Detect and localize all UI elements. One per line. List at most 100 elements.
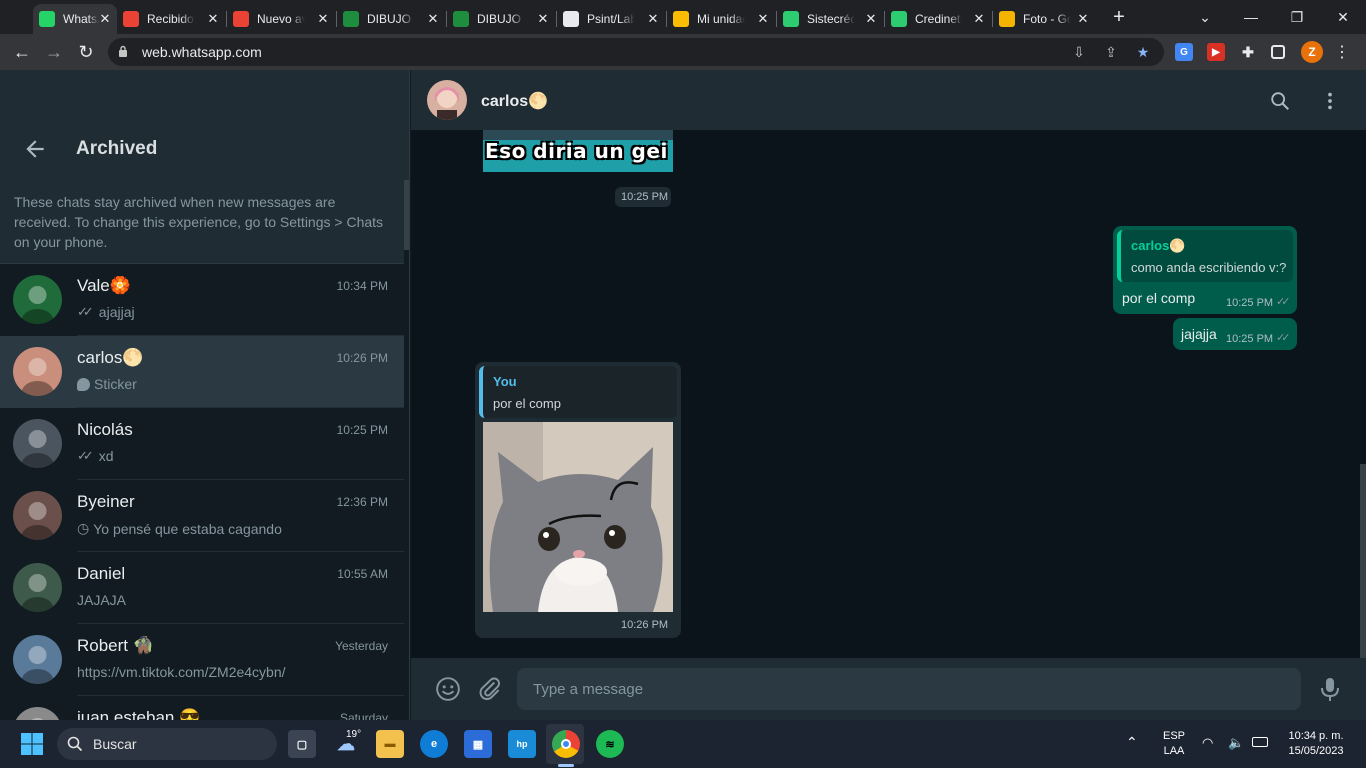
gmail-icon bbox=[123, 11, 139, 27]
chat-list-item[interactable]: Vale🏵️ 10:34 PM ✓✓ ajajjaj bbox=[0, 264, 404, 336]
restore-button[interactable]: ❐ bbox=[1274, 0, 1320, 34]
chat-list-item[interactable]: Robert 🧌 Yesterday https://vm.tiktok.com/Z… bbox=[0, 624, 404, 696]
tab-close-icon[interactable]: ✕ bbox=[645, 11, 661, 27]
tab-title: Foto - Google bbox=[1023, 12, 1071, 26]
bookmark-star-icon[interactable]: ★ bbox=[1134, 43, 1152, 61]
share-icon[interactable]: ⇪ bbox=[1102, 43, 1120, 61]
chrome-menu-icon[interactable]: ⋮ bbox=[1330, 40, 1354, 64]
tab-close-icon[interactable]: ✕ bbox=[1075, 11, 1091, 27]
tab-close-icon[interactable]: ✕ bbox=[535, 11, 551, 27]
battery-icon[interactable] bbox=[1252, 737, 1268, 747]
task-view-icon[interactable]: ▢ bbox=[288, 730, 316, 758]
keyboard-layout: LAA bbox=[1163, 745, 1185, 757]
spotify-icon[interactable]: ≋ bbox=[596, 730, 624, 758]
outgoing-message-bubble[interactable]: jajajja 10:25 PM ✓✓ bbox=[1173, 318, 1297, 350]
browser-tab[interactable]: Mi unidad ✕ bbox=[667, 4, 777, 34]
tab-close-icon[interactable]: ✕ bbox=[315, 11, 331, 27]
chat-list-item[interactable]: carlos🌕 10:26 PM Sticker bbox=[0, 336, 404, 408]
profile-avatar[interactable]: Z bbox=[1301, 41, 1323, 63]
wifi-icon[interactable]: ◠ bbox=[1202, 735, 1213, 750]
hp-icon[interactable]: hp bbox=[508, 730, 536, 758]
quoted-message[interactable]: You por el comp bbox=[479, 366, 677, 418]
taskbar-search[interactable]: Buscar bbox=[57, 728, 277, 760]
incoming-reply-bubble[interactable]: You por el comp 10:26 PM bbox=[475, 362, 681, 638]
omnibox[interactable]: web.whatsapp.com ⇩ ⇪ ★ bbox=[108, 38, 1164, 66]
edge-icon[interactable]: e bbox=[420, 730, 448, 758]
message-input[interactable] bbox=[517, 668, 1301, 710]
install-app-icon[interactable]: ⇩ bbox=[1070, 43, 1088, 61]
tray-chevron-icon[interactable]: ⌃ bbox=[1126, 735, 1138, 750]
browser-tab[interactable]: DIBUJO I ✕ bbox=[447, 4, 557, 34]
tab-title: Recibidos bbox=[147, 12, 195, 26]
avatar[interactable] bbox=[13, 635, 62, 684]
forward-icon[interactable]: → bbox=[42, 40, 66, 64]
avatar[interactable] bbox=[13, 491, 62, 540]
cat-sticker-image[interactable] bbox=[483, 422, 673, 612]
browser-tab[interactable]: WhatsApp✕ bbox=[33, 4, 117, 34]
browser-tab[interactable]: Foto - Google ✕ bbox=[993, 4, 1097, 34]
browser-tab[interactable]: Recibidos ✕ bbox=[117, 4, 227, 34]
message-time: 10:25 PM bbox=[621, 191, 669, 203]
quoted-message[interactable]: carlos🌕 como anda escribiendo v:? bbox=[1117, 230, 1293, 282]
browser-tab[interactable]: DIBUJO I ✕ bbox=[337, 4, 447, 34]
minimize-button[interactable]: ― bbox=[1228, 0, 1274, 34]
archived-title: Archived bbox=[76, 138, 158, 159]
chat-list-item[interactable]: Nicolás 10:25 PM ✓✓ xd bbox=[0, 408, 404, 480]
chat-time: 10:34 PM bbox=[336, 279, 388, 293]
url-text[interactable]: web.whatsapp.com bbox=[142, 44, 262, 60]
avatar[interactable] bbox=[13, 347, 62, 396]
chat-list-item[interactable]: Daniel 10:55 AM JAJAJA bbox=[0, 552, 404, 624]
tab-search-icon[interactable]: ⌄ bbox=[1182, 0, 1228, 34]
chat-name: Byeiner bbox=[77, 492, 135, 511]
search-icon[interactable] bbox=[1269, 90, 1291, 112]
reload-icon[interactable]: ↻ bbox=[74, 40, 98, 64]
browser-tab[interactable]: Sistecrédito ✕ bbox=[777, 4, 885, 34]
avatar[interactable] bbox=[13, 275, 62, 324]
windows-start-icon[interactable] bbox=[20, 732, 44, 756]
file-explorer-icon[interactable]: ▬ bbox=[376, 730, 404, 758]
conversation-header[interactable]: carlos🌕 bbox=[411, 70, 1366, 130]
clock[interactable]: 10:34 p. m. 15/05/2023 bbox=[1280, 729, 1352, 759]
language-code: ESP bbox=[1162, 730, 1185, 742]
tab-close-icon[interactable]: ✕ bbox=[755, 11, 771, 27]
back-icon[interactable]: ← bbox=[10, 40, 34, 64]
store-icon[interactable]: ▦ bbox=[464, 730, 492, 758]
tab-close-icon[interactable]: ✕ bbox=[99, 11, 111, 27]
language-indicator[interactable]: ESP LAA bbox=[1158, 729, 1190, 759]
attach-icon[interactable] bbox=[477, 676, 503, 702]
browser-tab[interactable]: Psint/Lab ✕ bbox=[557, 4, 667, 34]
close-window-button[interactable]: ✕ bbox=[1320, 0, 1366, 34]
side-panel-icon[interactable] bbox=[1271, 45, 1285, 59]
tab-close-icon[interactable]: ✕ bbox=[863, 11, 879, 27]
chat-list-item[interactable]: Byeiner 12:36 PM ◷ Yo pensé que estaba caga… bbox=[0, 480, 404, 552]
back-arrow-icon[interactable] bbox=[22, 136, 48, 162]
avatar[interactable] bbox=[13, 419, 62, 468]
contact-avatar[interactable] bbox=[427, 80, 467, 120]
message-scrollbar[interactable] bbox=[1360, 464, 1366, 658]
contact-name[interactable]: carlos🌕 bbox=[481, 91, 548, 111]
new-tab-button[interactable]: + bbox=[1108, 6, 1130, 28]
browser-tab[interactable]: Nuevo aviso ✕ bbox=[227, 4, 337, 34]
chrome-icon[interactable] bbox=[552, 730, 580, 758]
avatar[interactable] bbox=[13, 563, 62, 612]
tab-close-icon[interactable]: ✕ bbox=[425, 11, 441, 27]
sidebar-scrollbar[interactable] bbox=[404, 180, 409, 250]
volume-icon[interactable]: 🔈 bbox=[1228, 735, 1244, 750]
avatar[interactable] bbox=[13, 707, 62, 720]
chat-preview: Sticker bbox=[77, 376, 137, 392]
outgoing-reply-bubble[interactable]: carlos🌕 como anda escribiendo v:? por el… bbox=[1113, 226, 1297, 314]
menu-icon[interactable] bbox=[1319, 90, 1341, 112]
translate-extension-icon[interactable]: G bbox=[1175, 43, 1193, 61]
tab-separator bbox=[336, 11, 337, 27]
sticker-message[interactable]: Eso diria un gei bbox=[483, 130, 673, 172]
extensions-puzzle-icon[interactable]: ✚ bbox=[1239, 43, 1257, 61]
browser-tab[interactable]: Credinet ✕ bbox=[885, 4, 993, 34]
emoji-icon[interactable] bbox=[435, 676, 461, 702]
site-icon bbox=[783, 11, 799, 27]
tab-close-icon[interactable]: ✕ bbox=[205, 11, 221, 27]
video-extension-icon[interactable]: ▶ bbox=[1207, 43, 1225, 61]
message-time: 10:26 PM bbox=[621, 619, 669, 631]
microphone-icon[interactable] bbox=[1319, 676, 1341, 702]
tab-close-icon[interactable]: ✕ bbox=[971, 11, 987, 27]
chat-list-item[interactable]: juan esteban 😎 Saturday bbox=[0, 696, 404, 720]
